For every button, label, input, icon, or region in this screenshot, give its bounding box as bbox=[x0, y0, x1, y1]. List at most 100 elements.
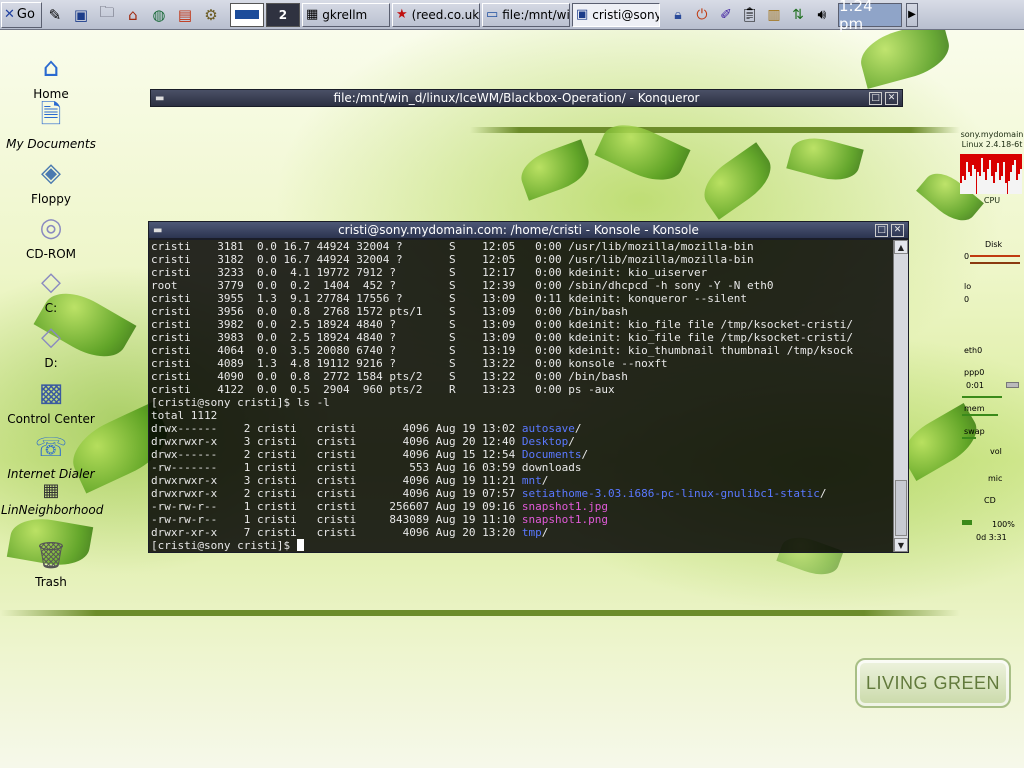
terminal-text: cristi 4089 1.3 4.8 19112 9216 ? S 13:22… bbox=[151, 357, 668, 370]
konqueror-window[interactable]: ▬ file:/mnt/win_d/linux/IceWM/Blackbox-O… bbox=[150, 89, 903, 107]
file-name: mnt bbox=[521, 474, 542, 487]
terminal-area[interactable]: cristi 3181 0.0 16.7 44924 32004 ? S 12:… bbox=[148, 239, 909, 553]
lock-icon[interactable]: 🔒︎ bbox=[667, 4, 689, 26]
desktop-icon-label: C: bbox=[44, 301, 58, 315]
file-suffix: / bbox=[541, 526, 549, 539]
desktop-icon-drive-d[interactable]: ◇ D: bbox=[1, 321, 101, 370]
workspace-1-preview bbox=[234, 10, 259, 19]
terminal-line: cristi 3233 0.0 4.1 19772 7912 ? S 12:17… bbox=[151, 266, 893, 279]
mem-meter bbox=[962, 414, 998, 416]
file-suffix: / bbox=[541, 474, 549, 487]
pencil-icon[interactable]: ✐ bbox=[715, 4, 737, 26]
file-manager-icon[interactable]: 🗀 bbox=[96, 3, 118, 26]
close-icon[interactable]: ✕ bbox=[891, 223, 904, 237]
task-reed[interactable]: ★ (reed.co.uk bbox=[391, 2, 480, 27]
start-menu-button[interactable]: ✕ Go bbox=[1, 1, 42, 28]
gk-value: 0 bbox=[964, 252, 970, 261]
workspace-1-button[interactable] bbox=[229, 2, 264, 27]
disk-meter bbox=[970, 262, 1020, 264]
icewm-logo-icon: ✕ bbox=[4, 7, 15, 22]
file-name: snapshot1.jpg bbox=[521, 500, 608, 513]
home-icon: ⌂ bbox=[42, 53, 60, 83]
terminal-text: [cristi@sony cristi]$ bbox=[151, 539, 297, 552]
terminal-line: cristi 4122 0.0 0.5 2904 960 pts/2 R 13:… bbox=[151, 383, 893, 396]
terminal-text: cristi 3955 1.3 9.1 27784 17556 ? S 13:0… bbox=[151, 292, 748, 305]
pen-tool-icon[interactable]: ✎ bbox=[44, 4, 66, 26]
desktop-icon-my-documents[interactable]: 🗎︎ My Documents bbox=[1, 100, 101, 151]
terminal-line: drwxr-xr-x 7 cristi cristi 4096 Aug 20 1… bbox=[151, 526, 893, 539]
workspace-2-button[interactable]: 2 bbox=[265, 2, 300, 27]
desktop-icon-lin-neighborhood[interactable]: ▦ LinNeighborhood bbox=[1, 479, 104, 518]
power-icon[interactable]: ⏻ bbox=[691, 4, 713, 26]
close-icon[interactable]: ✕ bbox=[885, 91, 898, 105]
konqueror-titlebar[interactable]: ▬ file:/mnt/win_d/linux/IceWM/Blackbox-O… bbox=[150, 89, 903, 107]
scrollbar[interactable]: ▲ ▼ bbox=[893, 240, 908, 552]
ppp-meter bbox=[962, 396, 1002, 398]
file-suffix: / bbox=[568, 435, 575, 448]
window-list-icon[interactable]: ▣ bbox=[70, 4, 92, 26]
task-label: gkrellm bbox=[322, 7, 368, 22]
workspace-number: 2 bbox=[278, 7, 288, 22]
desktop-icon-home[interactable]: ⌂ Home bbox=[1, 52, 101, 101]
network-icon[interactable]: ⇅ bbox=[787, 4, 809, 26]
terminal-output[interactable]: cristi 3181 0.0 16.7 44924 32004 ? S 12:… bbox=[150, 240, 894, 552]
file-name: setiathome-3.03.i686-pc-linux-gnulibc1-s… bbox=[521, 487, 820, 500]
taskbar-right-arrow-icon[interactable]: ▶ bbox=[905, 2, 918, 27]
konsole-window[interactable]: ▬ cristi@sony.mydomain.com: /home/cristi… bbox=[148, 221, 909, 553]
floppy-icon: ◈ bbox=[41, 158, 61, 188]
terminal-line: drwx------ 2 cristi cristi 4096 Aug 15 1… bbox=[151, 448, 893, 461]
terminal-line: total 1112 bbox=[151, 409, 893, 422]
star-icon: ★ bbox=[395, 7, 408, 22]
wallpaper-leaf bbox=[786, 131, 864, 187]
desktop-icon-control-center[interactable]: ▩ Control Center bbox=[1, 377, 101, 426]
window-menu-icon[interactable]: ▬ bbox=[155, 93, 167, 104]
cpu-label: CPU bbox=[983, 196, 1001, 205]
desktop-icon-label: LinNeighborhood bbox=[1, 503, 104, 517]
scroll-down-icon[interactable]: ▼ bbox=[894, 538, 908, 552]
terminal-text: drwxr-xr-x 7 cristi cristi 4096 Aug 20 1… bbox=[151, 526, 522, 539]
terminal-text: -rw-rw-r-- 1 cristi cristi 843089 Aug 19… bbox=[151, 513, 522, 526]
desktop-icon-drive-c[interactable]: ◇ C: bbox=[1, 266, 101, 315]
konsole-titlebar[interactable]: ▬ cristi@sony.mydomain.com: /home/cristi… bbox=[148, 221, 909, 239]
task-konqueror[interactable]: ▭ file:/mnt/wir bbox=[481, 2, 570, 27]
terminal-line: cristi 3983 0.0 2.5 18924 4840 ? S 13:09… bbox=[151, 331, 893, 344]
cd-rom-icon: ◎ bbox=[39, 213, 63, 243]
terminal-text: -rw------- 1 cristi cristi 553 Aug 16 03… bbox=[151, 461, 582, 474]
task-label: (reed.co.uk bbox=[411, 7, 480, 22]
gkrellm-monitor: sony.mydomain Linux 2.4.18-6t CPU bbox=[960, 130, 1024, 205]
window-menu-icon[interactable]: ▬ bbox=[153, 225, 165, 236]
clipboard-icon[interactable]: 📋︎ bbox=[739, 4, 761, 26]
speaker-icon[interactable]: 🔊︎ bbox=[811, 4, 833, 26]
network-neighborhood-icon: ▦ bbox=[42, 479, 60, 501]
file-name: snapshot1.png bbox=[521, 513, 608, 526]
settings-gear-icon[interactable]: ⚙ bbox=[200, 4, 222, 26]
clock[interactable]: 1:24 pm bbox=[837, 0, 902, 33]
terminal-line: drwxrwxr-x 3 cristi cristi 4096 Aug 19 1… bbox=[151, 474, 893, 487]
taskbar: ✕ Go ✎ ▣ 🗀 ⌂ ◍ ▤ ⚙ 2 ▦ gkrellm ★ (reed.c… bbox=[0, 0, 1024, 33]
task-gkrellm[interactable]: ▦ gkrellm bbox=[301, 2, 390, 27]
scrollbar-thumb[interactable] bbox=[895, 480, 907, 536]
desktop-icon-trash[interactable]: 🗑︎ Trash bbox=[1, 540, 101, 589]
office-app-icon[interactable]: ▤ bbox=[174, 4, 196, 26]
desktop-icon-floppy[interactable]: ◈ Floppy bbox=[1, 157, 101, 206]
chart-icon[interactable]: ▥ bbox=[763, 4, 785, 26]
trash-icon: 🗑︎ bbox=[34, 541, 68, 571]
file-name: Documents bbox=[521, 448, 582, 461]
home-icon[interactable]: ⌂ bbox=[122, 4, 144, 26]
task-konsole[interactable]: ▣ cristi@sony bbox=[571, 2, 660, 27]
terminal-text: cristi 4122 0.0 0.5 2904 960 pts/2 R 13:… bbox=[151, 383, 615, 396]
gk-value: ppp0 bbox=[964, 368, 985, 377]
disk-meter bbox=[970, 255, 1020, 257]
wallpaper-leaf bbox=[594, 114, 691, 191]
gk-value: eth0 bbox=[964, 346, 983, 355]
maximize-icon[interactable]: □ bbox=[869, 91, 882, 105]
maximize-icon[interactable]: □ bbox=[875, 223, 888, 237]
dialer-icon: ☏ bbox=[34, 433, 68, 463]
scroll-up-icon[interactable]: ▲ bbox=[894, 240, 908, 254]
gk-value: CD bbox=[984, 496, 996, 505]
gk-toggle[interactable] bbox=[1006, 382, 1019, 388]
browser-globe-icon[interactable]: ◍ bbox=[148, 4, 170, 26]
desktop-icon-internet-dialer[interactable]: ☏ Internet Dialer bbox=[1, 432, 101, 481]
desktop-icon-label: D: bbox=[44, 356, 58, 370]
desktop-icon-cd-rom[interactable]: ◎ CD-ROM bbox=[1, 212, 101, 261]
